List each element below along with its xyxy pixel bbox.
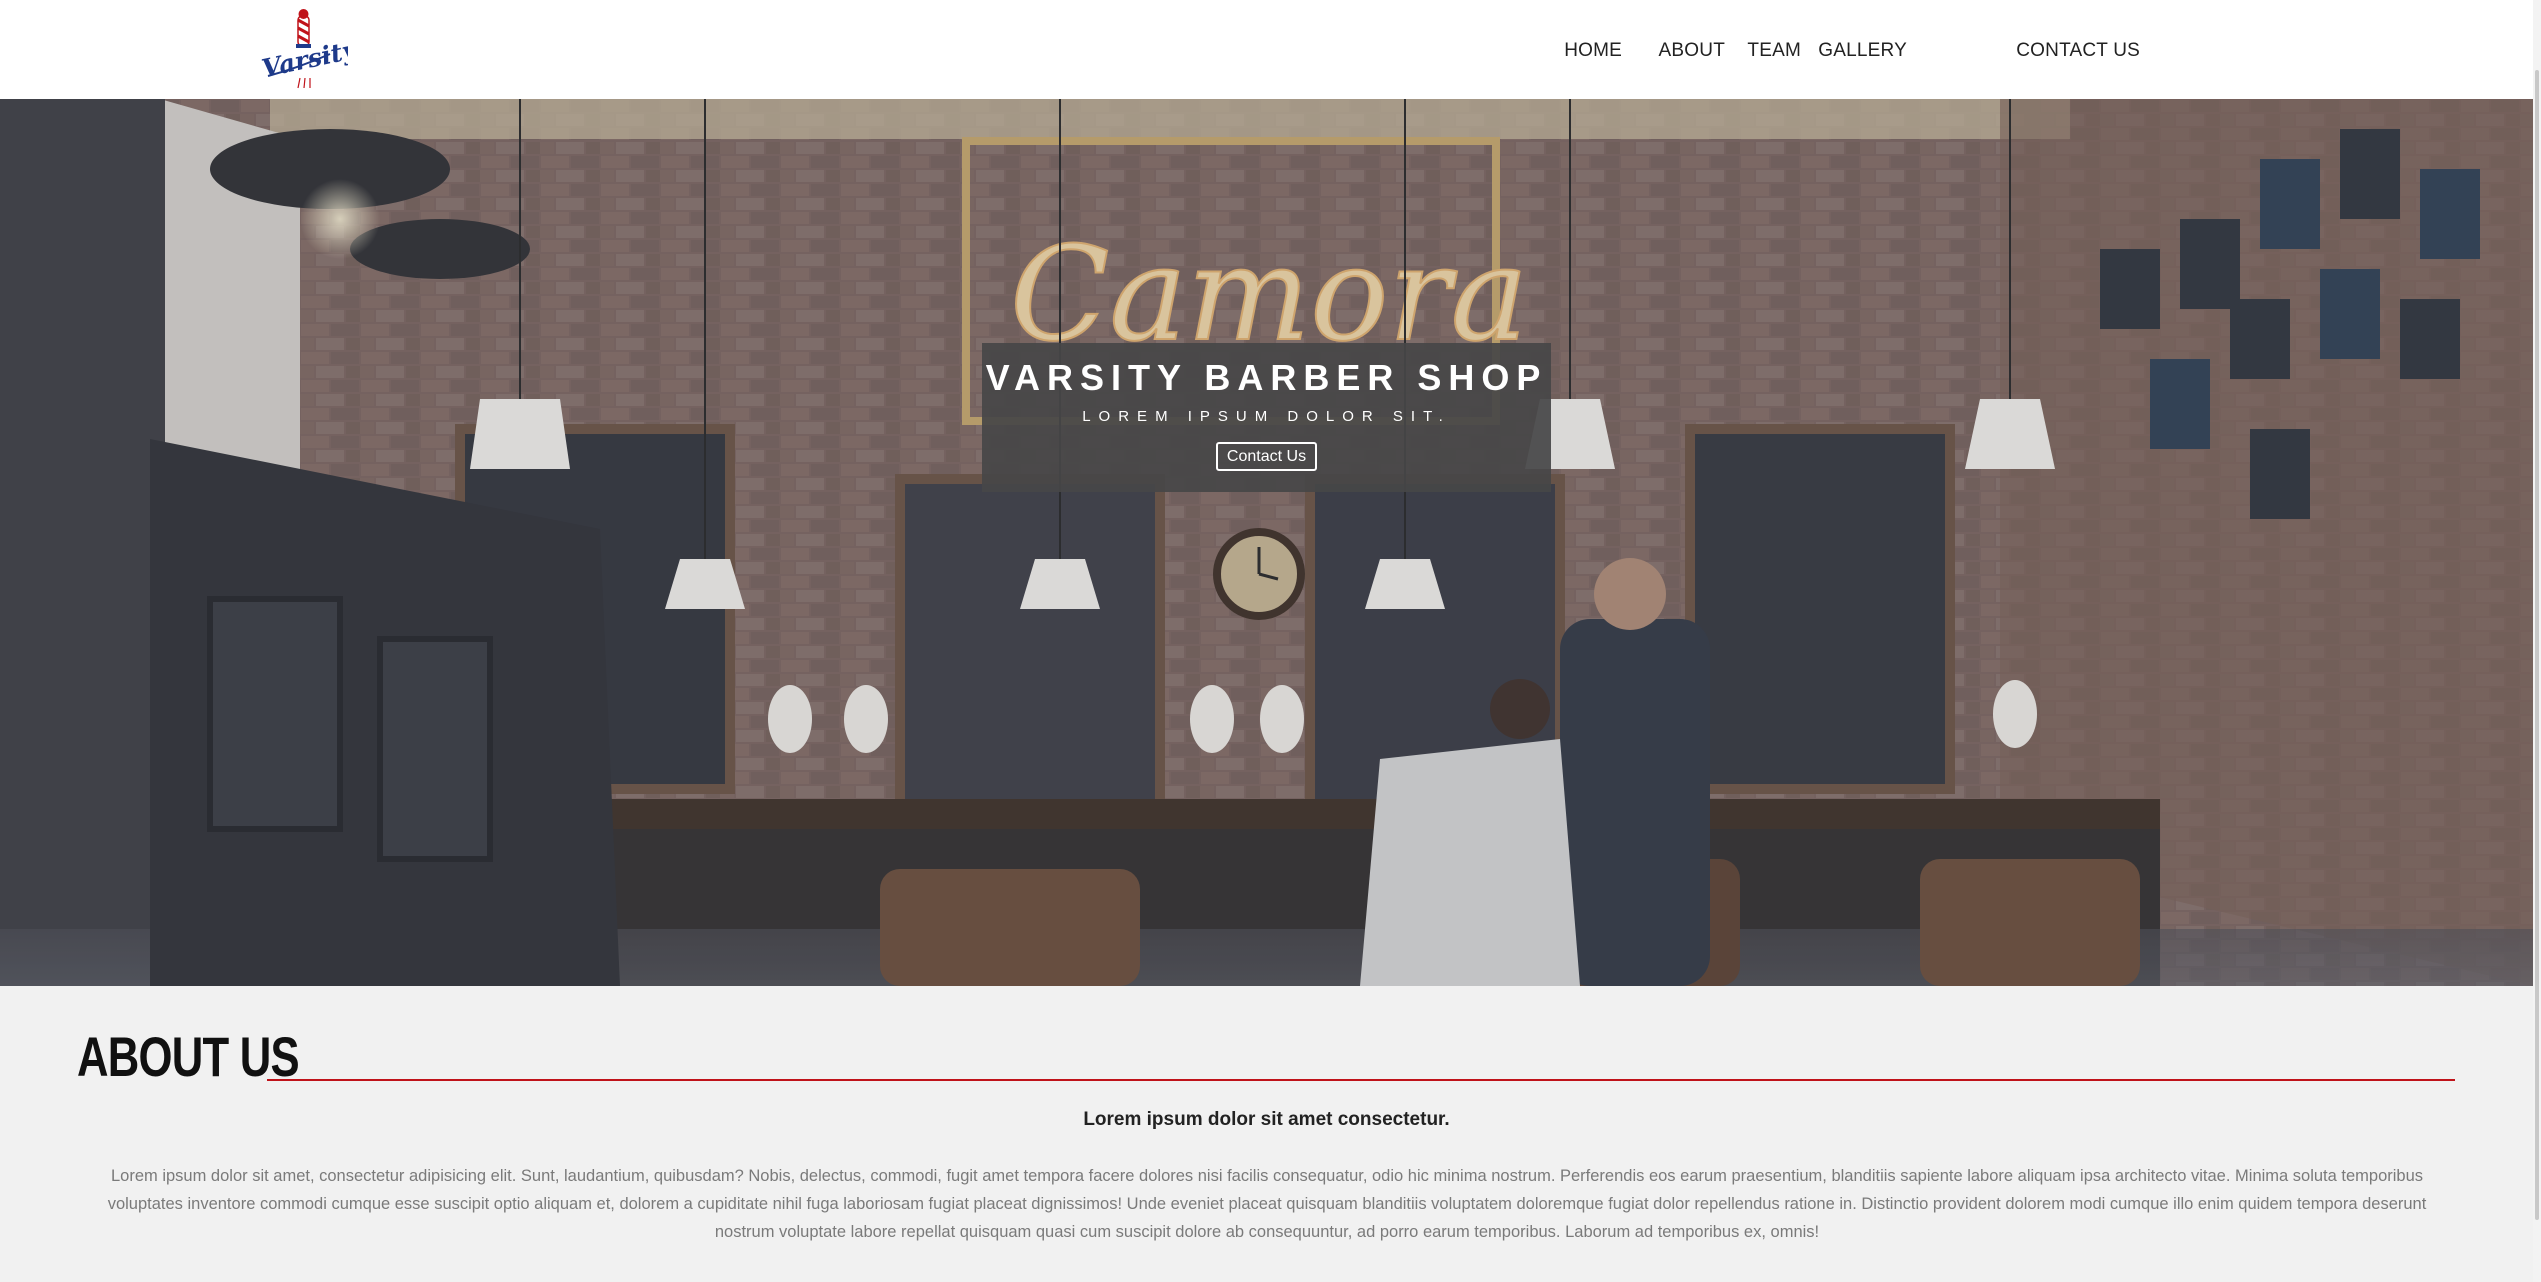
barber-pole-logo-icon: Varsity bbox=[259, 9, 361, 89]
nav-home[interactable]: HOME bbox=[1564, 40, 1622, 62]
contact-us-button[interactable]: Contact Us bbox=[1216, 442, 1317, 471]
site-header: Varsity HOME ABOUT TEAM GALLERY CONTACT … bbox=[0, 0, 2541, 99]
varsity-logo[interactable]: Varsity bbox=[258, 4, 361, 92]
hero-caption-box: VARSITY BARBER SHOP LOREM IPSUM DOLOR SI… bbox=[982, 343, 1551, 492]
about-lead: Lorem ipsum dolor sit amet consectetur. bbox=[1083, 1109, 1450, 1130]
hero-section: Camora VARSITY BARBER SHOP LOREM IPSUM D… bbox=[0, 99, 2533, 986]
nav-gallery[interactable]: GALLERY bbox=[1818, 40, 1907, 62]
nav-team[interactable]: TEAM bbox=[1747, 40, 1801, 62]
nav-about[interactable]: ABOUT bbox=[1659, 40, 1725, 62]
nav-contact-us[interactable]: CONTACT US bbox=[2016, 40, 2140, 62]
about-heading: ABOUT US bbox=[77, 1025, 300, 1088]
hero-subtitle: LOREM IPSUM DOLOR SIT. bbox=[1082, 408, 1451, 425]
about-body-text: Lorem ipsum dolor sit amet, consectetur … bbox=[107, 1167, 2427, 1241]
hero-title: VARSITY BARBER SHOP bbox=[985, 357, 1548, 398]
scrollbar-thumb[interactable] bbox=[2535, 70, 2539, 1220]
about-heading-rule bbox=[267, 1079, 2455, 1081]
barbershop-photo: Camora bbox=[0, 99, 2533, 986]
